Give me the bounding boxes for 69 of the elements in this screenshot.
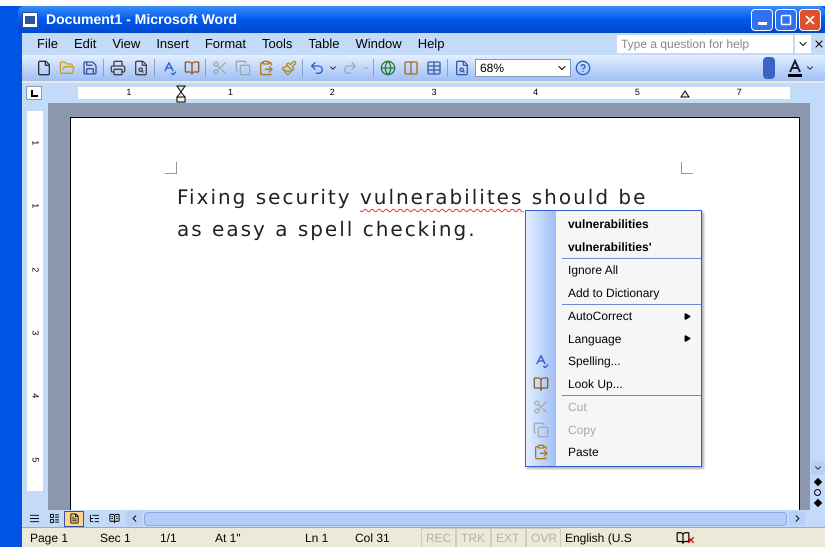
- close-icon: [803, 12, 817, 26]
- scissors-icon: [533, 399, 549, 416]
- menu-item[interactable]: Help: [410, 34, 452, 54]
- ruler-number: 1: [30, 140, 42, 146]
- print-layout-icon[interactable]: [64, 510, 84, 526]
- menu-item[interactable]: Paste: [526, 441, 701, 464]
- dropdown-icon[interactable]: [795, 35, 811, 53]
- menu-item[interactable]: Format: [198, 34, 253, 54]
- previous-page-icon[interactable]: [813, 478, 822, 486]
- browse-object-icon[interactable]: [814, 489, 821, 496]
- status-field: Col 31: [351, 528, 421, 546]
- ruler-number: 1: [126, 86, 132, 100]
- document-text-line: Fixing security vulnerabilites should be: [177, 184, 648, 211]
- indent-marker-icon[interactable]: [176, 85, 186, 103]
- window-title: Document1 - Microsoft Word: [46, 10, 238, 29]
- ruler-number: 3: [30, 330, 42, 336]
- copy-icon: [533, 422, 549, 438]
- menu-item[interactable]: Edit: [66, 34, 104, 54]
- menu-item[interactable]: Add to Dictionary: [526, 282, 701, 304]
- menu-item[interactable]: vulnerabilities: [526, 213, 701, 236]
- ruler-number: 4: [30, 393, 42, 398]
- ruler-number: 7: [736, 86, 742, 100]
- menu-item[interactable]: Ignore All: [526, 259, 701, 282]
- ruler-number: 1: [228, 86, 234, 100]
- menu-item[interactable]: Look Up...: [526, 372, 701, 395]
- menu-item[interactable]: Insert: [149, 34, 196, 54]
- menu-item[interactable]: Tools: [255, 34, 300, 54]
- ruler-number: 3: [431, 86, 436, 100]
- menu-item[interactable]: vulnerabilities': [526, 236, 701, 258]
- status-field: Ln 1: [301, 528, 351, 546]
- font-color-icon: [787, 59, 803, 77]
- scroll-down-button[interactable]: [810, 461, 824, 475]
- ruler-number: 1: [30, 203, 42, 208]
- minimize-icon: [758, 22, 766, 25]
- menu-item[interactable]: Spelling...: [526, 350, 701, 372]
- maximize-button[interactable]: [775, 8, 797, 30]
- clipboard-icon: [533, 444, 549, 460]
- menu-item[interactable]: Table: [301, 34, 346, 54]
- next-page-icon[interactable]: [813, 498, 822, 508]
- menu-item[interactable]: AutoCorrect: [526, 305, 701, 328]
- zoom-field[interactable]: 68%: [475, 59, 571, 77]
- menu-item[interactable]: Language: [526, 328, 701, 350]
- document-text-line: as easy a spell checking.: [177, 216, 477, 243]
- document-icon: [22, 12, 38, 28]
- scrollbar-thumb[interactable]: [144, 512, 787, 526]
- ruler-number: 2: [330, 86, 335, 100]
- status-field: Sec 1: [96, 528, 156, 546]
- status-field: English (U.S: [561, 528, 646, 546]
- menu-item[interactable]: Window: [348, 34, 409, 54]
- ruler-number: 5: [634, 86, 640, 100]
- right-indent-marker-icon[interactable]: [680, 90, 690, 98]
- ruler-number: 5: [30, 456, 42, 462]
- tab-selector[interactable]: [26, 86, 42, 100]
- maximize-icon: [780, 14, 792, 26]
- spelling-status-icon[interactable]: [676, 530, 696, 544]
- close-icon[interactable]: [813, 38, 825, 50]
- book-icon: [533, 376, 549, 392]
- close-button[interactable]: [799, 8, 821, 30]
- status-field: At 1": [211, 528, 301, 546]
- help-search-field[interactable]: Type a question for help: [617, 35, 793, 53]
- status-field: Page 1: [26, 528, 96, 546]
- ruler-number: 2: [30, 266, 42, 272]
- minimize-button[interactable]: [751, 8, 773, 30]
- ruler-number: 4: [533, 86, 538, 100]
- status-field: 1/1: [156, 528, 211, 546]
- scroll-left-button[interactable]: [126, 511, 142, 526]
- menu-item[interactable]: File: [30, 34, 65, 54]
- menu-item[interactable]: View: [105, 34, 148, 54]
- scroll-right-button[interactable]: [789, 511, 805, 526]
